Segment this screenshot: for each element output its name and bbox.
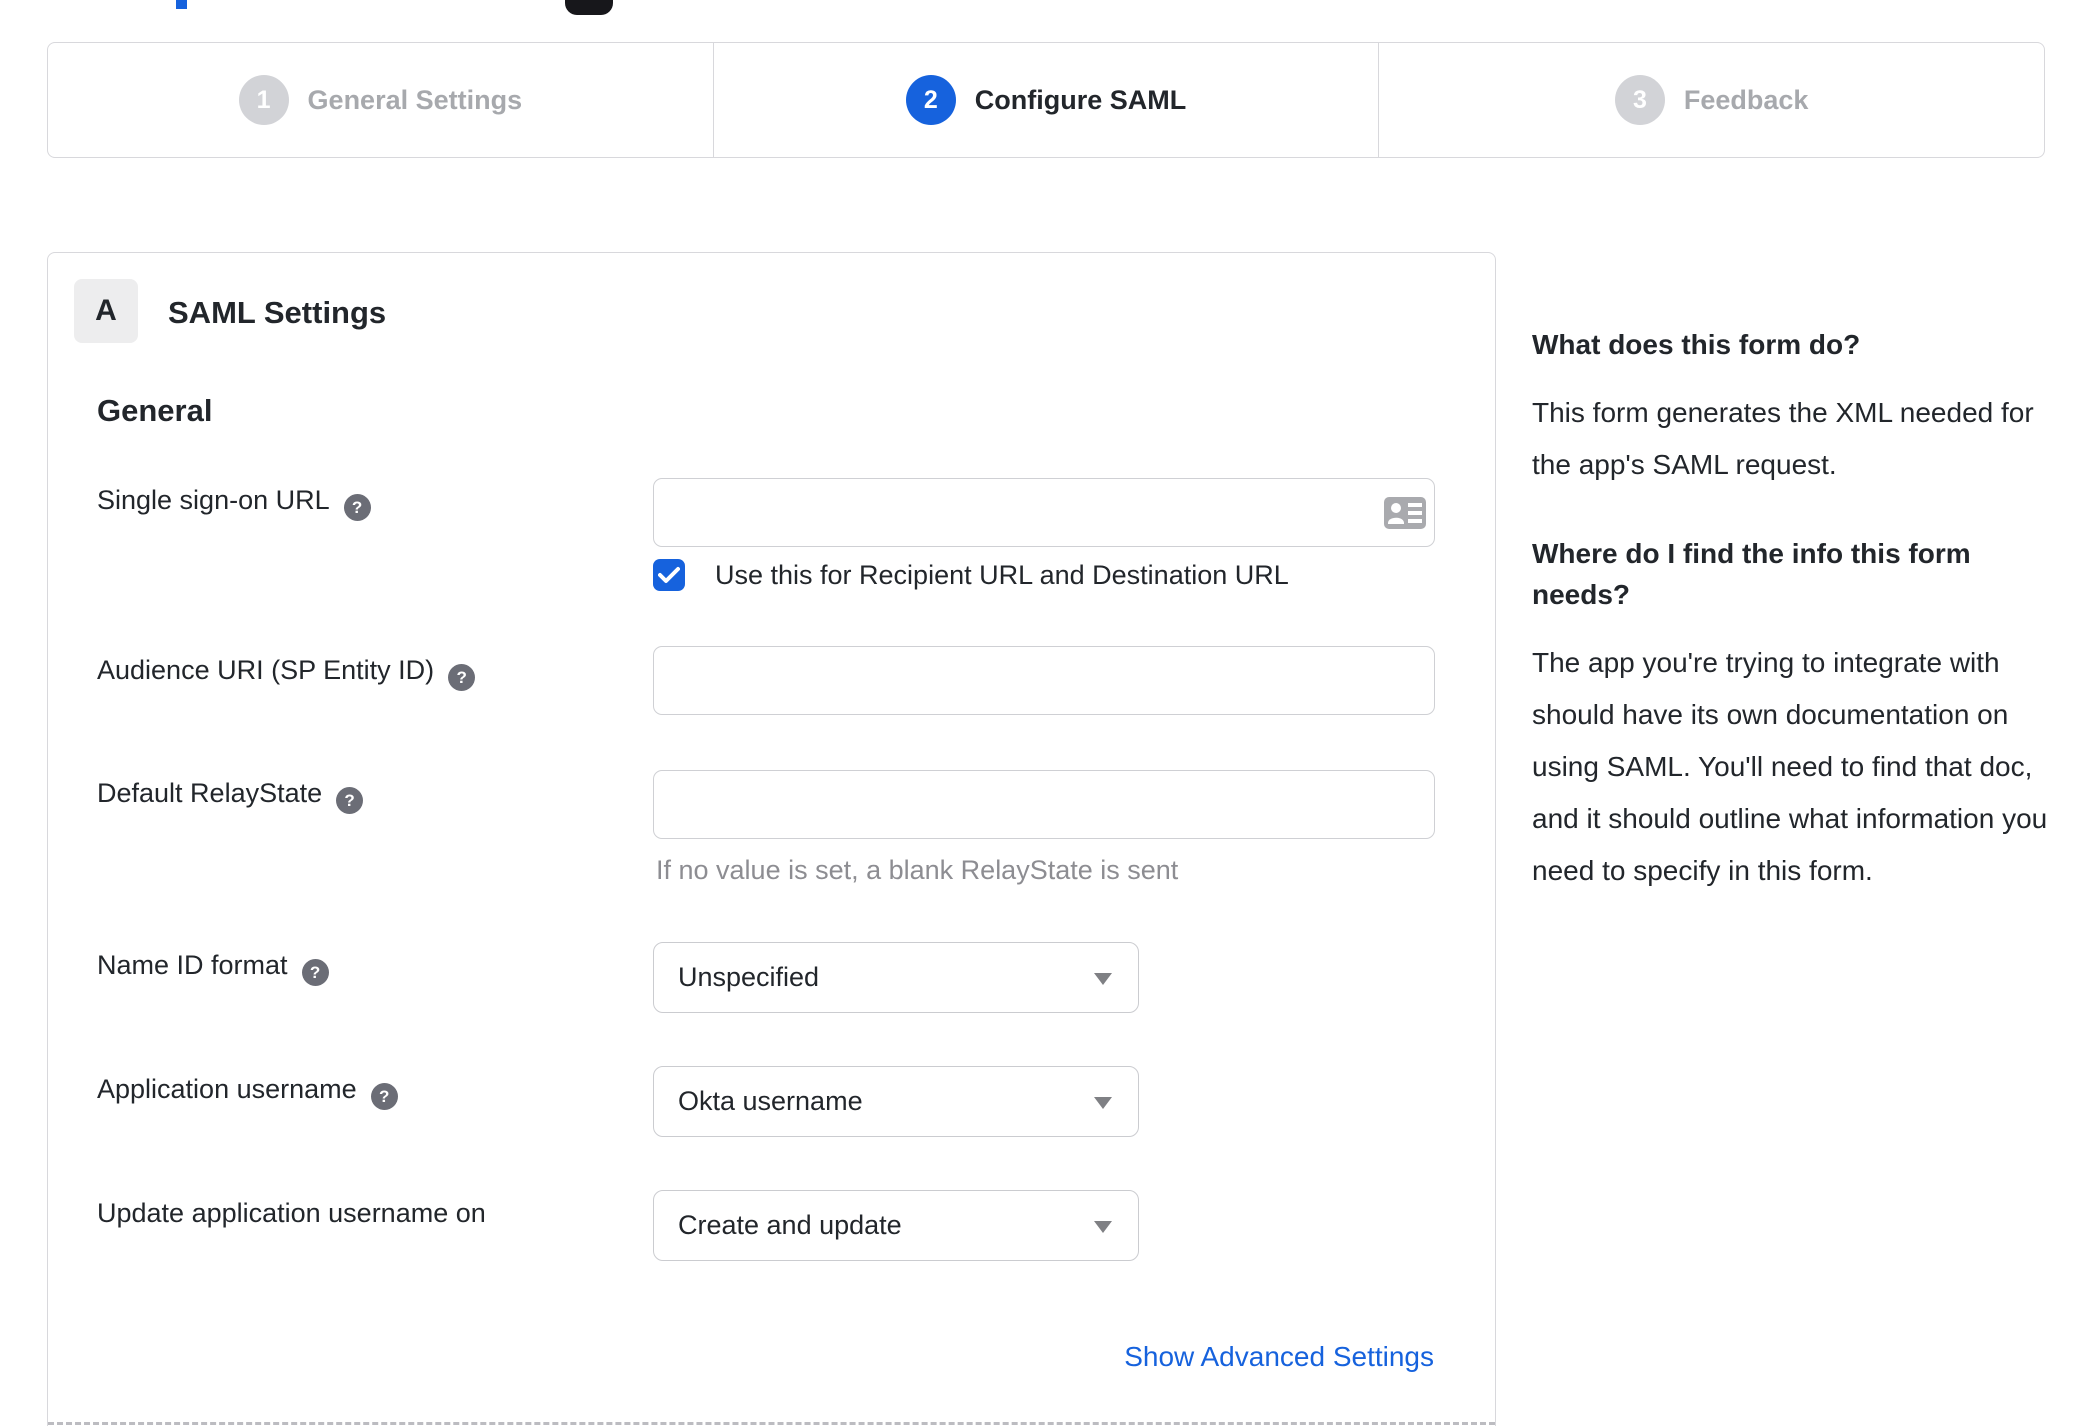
clipped-tab-indicator [176,0,187,9]
audience-uri-input[interactable] [653,646,1435,715]
step-3-number-badge: 3 [1614,75,1665,125]
section-dashed-divider [48,1422,1495,1425]
step-2-label: Configure SAML [974,84,1187,115]
general-group-heading: General [97,393,213,428]
name-id-format-value: Unspecified [678,962,820,992]
name-id-format-select[interactable]: Unspecified [653,942,1139,1013]
sso-url-label: Single sign-on URL? [97,485,371,521]
relaystate-hint: If no value is set, a blank RelayState i… [656,855,1179,885]
step-1-label: General Settings [307,84,523,115]
saml-settings-panel: A SAML Settings General Single sign-on U… [47,252,1496,1426]
relaystate-help-icon[interactable]: ? [336,787,364,814]
update-username-value: Create and update [678,1210,902,1240]
app-username-help-icon[interactable]: ? [370,1083,398,1110]
name-id-format-help-icon[interactable]: ? [301,959,329,986]
app-username-value: Okta username [678,1086,863,1116]
section-a-badge: A [74,279,138,343]
step-3-label: Feedback [1683,84,1809,115]
chevron-down-icon [1094,1220,1112,1233]
step-general-settings[interactable]: 1 General Settings [48,43,713,157]
show-advanced-settings-link[interactable]: Show Advanced Settings [1124,1341,1434,1373]
step-feedback[interactable]: 3 Feedback [1378,43,2044,157]
update-username-select[interactable]: Create and update [653,1190,1139,1261]
sso-url-input[interactable] [653,478,1435,547]
name-id-format-label: Name ID format? [97,950,329,986]
audience-uri-help-icon[interactable]: ? [448,664,476,691]
step-configure-saml[interactable]: 2 Configure SAML [712,43,1379,157]
section-title: SAML Settings [168,295,387,330]
recipient-url-checkbox[interactable] [653,559,685,591]
help-body-what: This form generates the XML needed for t… [1532,397,2034,480]
chevron-down-icon [1094,1096,1112,1109]
help-panel: What does this form do? This form genera… [1532,324,2052,939]
clipped-logo-fragment [565,0,613,15]
relaystate-label: Default RelayState? [97,778,364,814]
chevron-down-icon [1094,972,1112,985]
recipient-url-checkbox-label[interactable]: Use this for Recipient URL and Destinati… [715,560,1289,591]
update-username-label: Update application username on [97,1198,486,1228]
wizard-stepper: 1 General Settings 2 Configure SAML 3 Fe… [47,42,2045,158]
relaystate-input[interactable] [653,770,1435,839]
checkmark-icon [658,567,680,583]
help-body-where: The app you're trying to integrate with … [1532,647,2048,886]
help-heading-what: What does this form do? [1532,329,1861,360]
recipient-url-checkbox-row: Use this for Recipient URL and Destinati… [653,559,1289,591]
help-heading-where: Where do I find the info this form needs… [1532,538,1971,610]
step-2-number-badge: 2 [905,75,956,125]
app-username-label: Application username? [97,1074,398,1110]
app-username-select[interactable]: Okta username [653,1066,1139,1137]
audience-uri-label: Audience URI (SP Entity ID)? [97,655,476,691]
step-1-number-badge: 1 [238,75,289,125]
sso-url-help-icon[interactable]: ? [343,494,371,521]
